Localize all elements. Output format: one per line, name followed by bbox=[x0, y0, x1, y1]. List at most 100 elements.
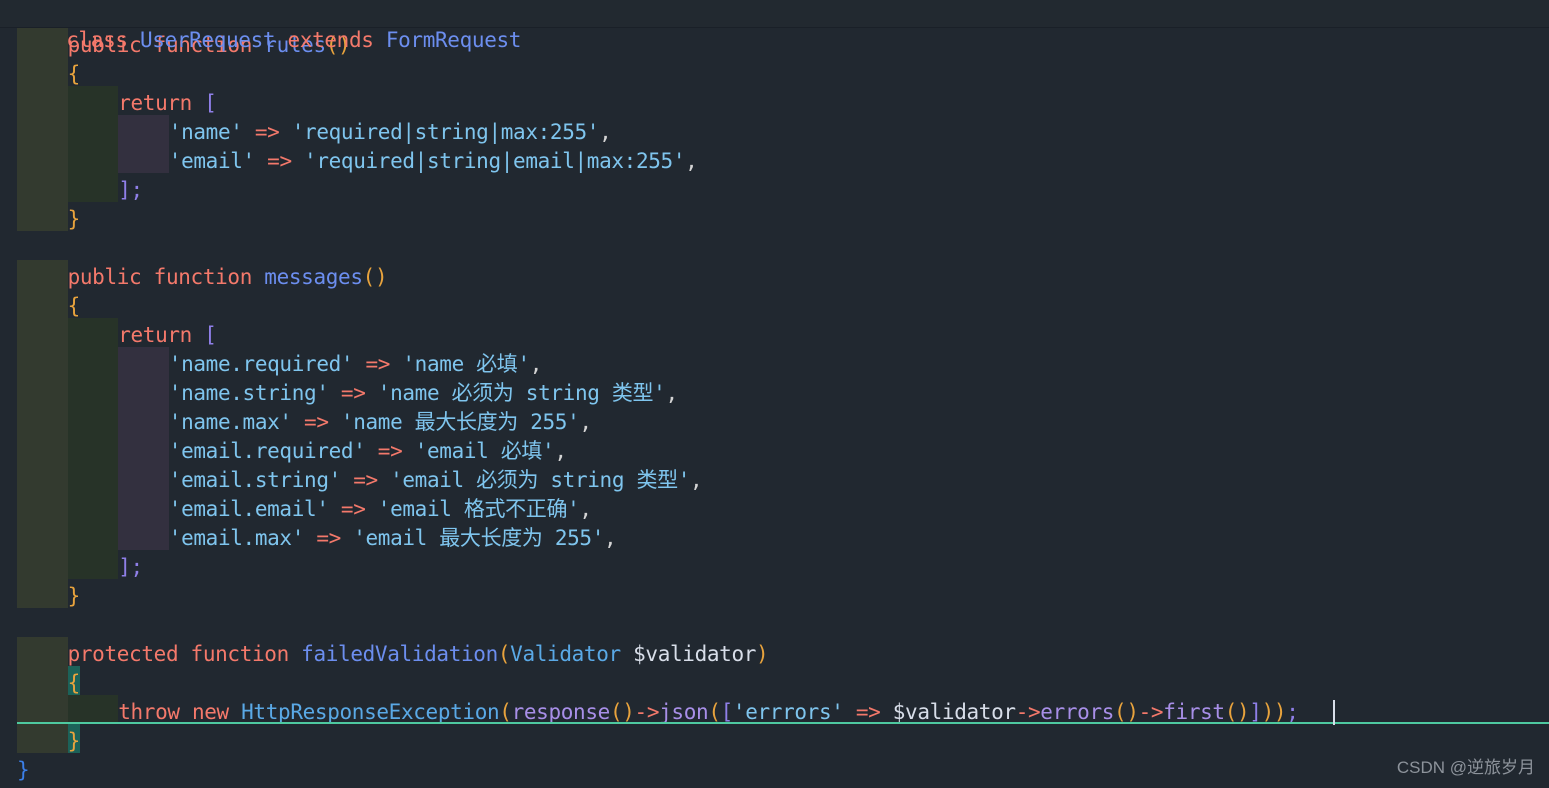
token-fn: first bbox=[1163, 700, 1225, 724]
code-editor[interactable]: class UserRequest extends FormRequest pu… bbox=[0, 0, 1549, 788]
code-line[interactable]: { bbox=[0, 669, 1549, 698]
code-line[interactable]: protected function failedValidation(Vali… bbox=[0, 640, 1549, 669]
token-paren: ( bbox=[708, 700, 721, 724]
token-str: 'name 必须为 string 类型' bbox=[377, 381, 666, 405]
code-line[interactable]: public function messages() bbox=[0, 263, 1549, 292]
code-line[interactable]: 'email.required' => 'email 必填', bbox=[0, 437, 1549, 466]
token-var: $validator bbox=[892, 700, 1016, 724]
token-arrow: -> bbox=[1138, 700, 1164, 724]
token-typeblue: HttpResponseException bbox=[241, 700, 500, 724]
token-str: 'errrors' bbox=[732, 700, 844, 724]
token-paren: { bbox=[67, 62, 81, 86]
code-line[interactable]: return [ bbox=[0, 321, 1549, 350]
current-line-underline bbox=[17, 722, 1549, 724]
token-plain: , bbox=[554, 439, 567, 463]
token-brk: ] bbox=[1249, 700, 1262, 724]
token-arrow: => bbox=[304, 410, 329, 434]
token-str: 'email 必须为 string 类型' bbox=[390, 468, 691, 492]
token-paren: { bbox=[67, 671, 81, 695]
token-str: 'name.required' bbox=[168, 352, 354, 376]
code-line[interactable]: } bbox=[0, 756, 1549, 785]
token-type: UserRequest bbox=[139, 28, 288, 52]
token-str: 'name 必填' bbox=[402, 352, 530, 376]
code-line[interactable]: 'email.max' => 'email 最大长度为 255', bbox=[0, 524, 1549, 553]
token-paren: } bbox=[67, 207, 81, 231]
token-paren: ( bbox=[499, 700, 512, 724]
code-line[interactable]: 'email.email' => 'email 格式不正确', bbox=[0, 495, 1549, 524]
code-line[interactable]: { bbox=[0, 60, 1549, 89]
code-line[interactable]: 'email.string' => 'email 必须为 string 类型', bbox=[0, 466, 1549, 495]
code-line[interactable]: } bbox=[0, 582, 1549, 611]
code-line[interactable]: 'name.required' => 'name 必填', bbox=[0, 350, 1549, 379]
code-line[interactable]: ]; bbox=[0, 553, 1549, 582]
token-paren: ( bbox=[497, 642, 511, 666]
token-brk: ] bbox=[118, 178, 131, 202]
code-line[interactable]: 'name.string' => 'name 必须为 string 类型', bbox=[0, 379, 1549, 408]
token-kw: protected bbox=[67, 642, 191, 666]
token-paren: () bbox=[1114, 700, 1139, 724]
code-line[interactable]: { bbox=[0, 292, 1549, 321]
token-paren: } bbox=[67, 584, 81, 608]
token-brk: [ bbox=[204, 91, 217, 115]
token-paren: () bbox=[609, 700, 635, 724]
token-paren: () bbox=[362, 265, 388, 289]
token-arrow: -> bbox=[1015, 700, 1041, 724]
token-str: 'required|string|max:255' bbox=[291, 120, 600, 144]
token-paren: ) bbox=[1273, 700, 1287, 724]
token-plain: , bbox=[685, 149, 698, 173]
token-fn: json bbox=[659, 700, 709, 724]
token-plain: , bbox=[579, 410, 592, 434]
token-fn: errors bbox=[1040, 700, 1115, 724]
token-arrow: => bbox=[855, 700, 881, 724]
token-str: 'name 最大长度为 255' bbox=[340, 410, 580, 434]
token-plain: , bbox=[665, 381, 678, 405]
token-brk: [ bbox=[720, 700, 734, 724]
token-plain: , bbox=[579, 497, 592, 521]
code-line[interactable]: 'name.max' => 'name 最大长度为 255', bbox=[0, 408, 1549, 437]
token-arrow: => bbox=[340, 497, 366, 521]
token-str: 'email 格式不正确' bbox=[377, 497, 580, 521]
token-brk: ] bbox=[118, 555, 131, 579]
token-arrow: => bbox=[377, 439, 403, 463]
token-str: 'email.max' bbox=[168, 526, 305, 550]
code-line[interactable]: 'email' => 'required|string|email|max:25… bbox=[0, 147, 1549, 176]
token-type: FormRequest bbox=[385, 28, 522, 52]
token-kw: return bbox=[118, 91, 205, 115]
token-str: 'email.string' bbox=[168, 468, 341, 492]
sticky-scroll-header[interactable]: class UserRequest extends FormRequest bbox=[0, 0, 1549, 52]
token-kw: new bbox=[191, 700, 242, 724]
code-line[interactable] bbox=[0, 234, 1549, 263]
code-line[interactable]: } bbox=[0, 727, 1549, 756]
code-line[interactable] bbox=[0, 611, 1549, 640]
code-surface[interactable]: public function rules(){return ['name' =… bbox=[0, 28, 1549, 788]
token-fn: response bbox=[511, 700, 611, 724]
code-line[interactable]: 'name' => 'required|string|max:255', bbox=[0, 118, 1549, 147]
token-brk: ; bbox=[1286, 700, 1299, 724]
code-line[interactable]: } bbox=[0, 205, 1549, 234]
token-arrow: -> bbox=[634, 700, 660, 724]
token-brk: ; bbox=[130, 178, 143, 202]
code-line[interactable]: ]; bbox=[0, 176, 1549, 205]
token-type: failedValidation bbox=[301, 642, 498, 666]
code-line[interactable]: return [ bbox=[0, 89, 1549, 118]
token-str: 'name' bbox=[168, 120, 243, 144]
csdn-watermark: CSDN @逆旅岁月 bbox=[1396, 758, 1535, 777]
token-str: 'name.string' bbox=[168, 381, 329, 405]
token-type: messages bbox=[264, 265, 363, 289]
token-arrow: => bbox=[267, 149, 292, 173]
